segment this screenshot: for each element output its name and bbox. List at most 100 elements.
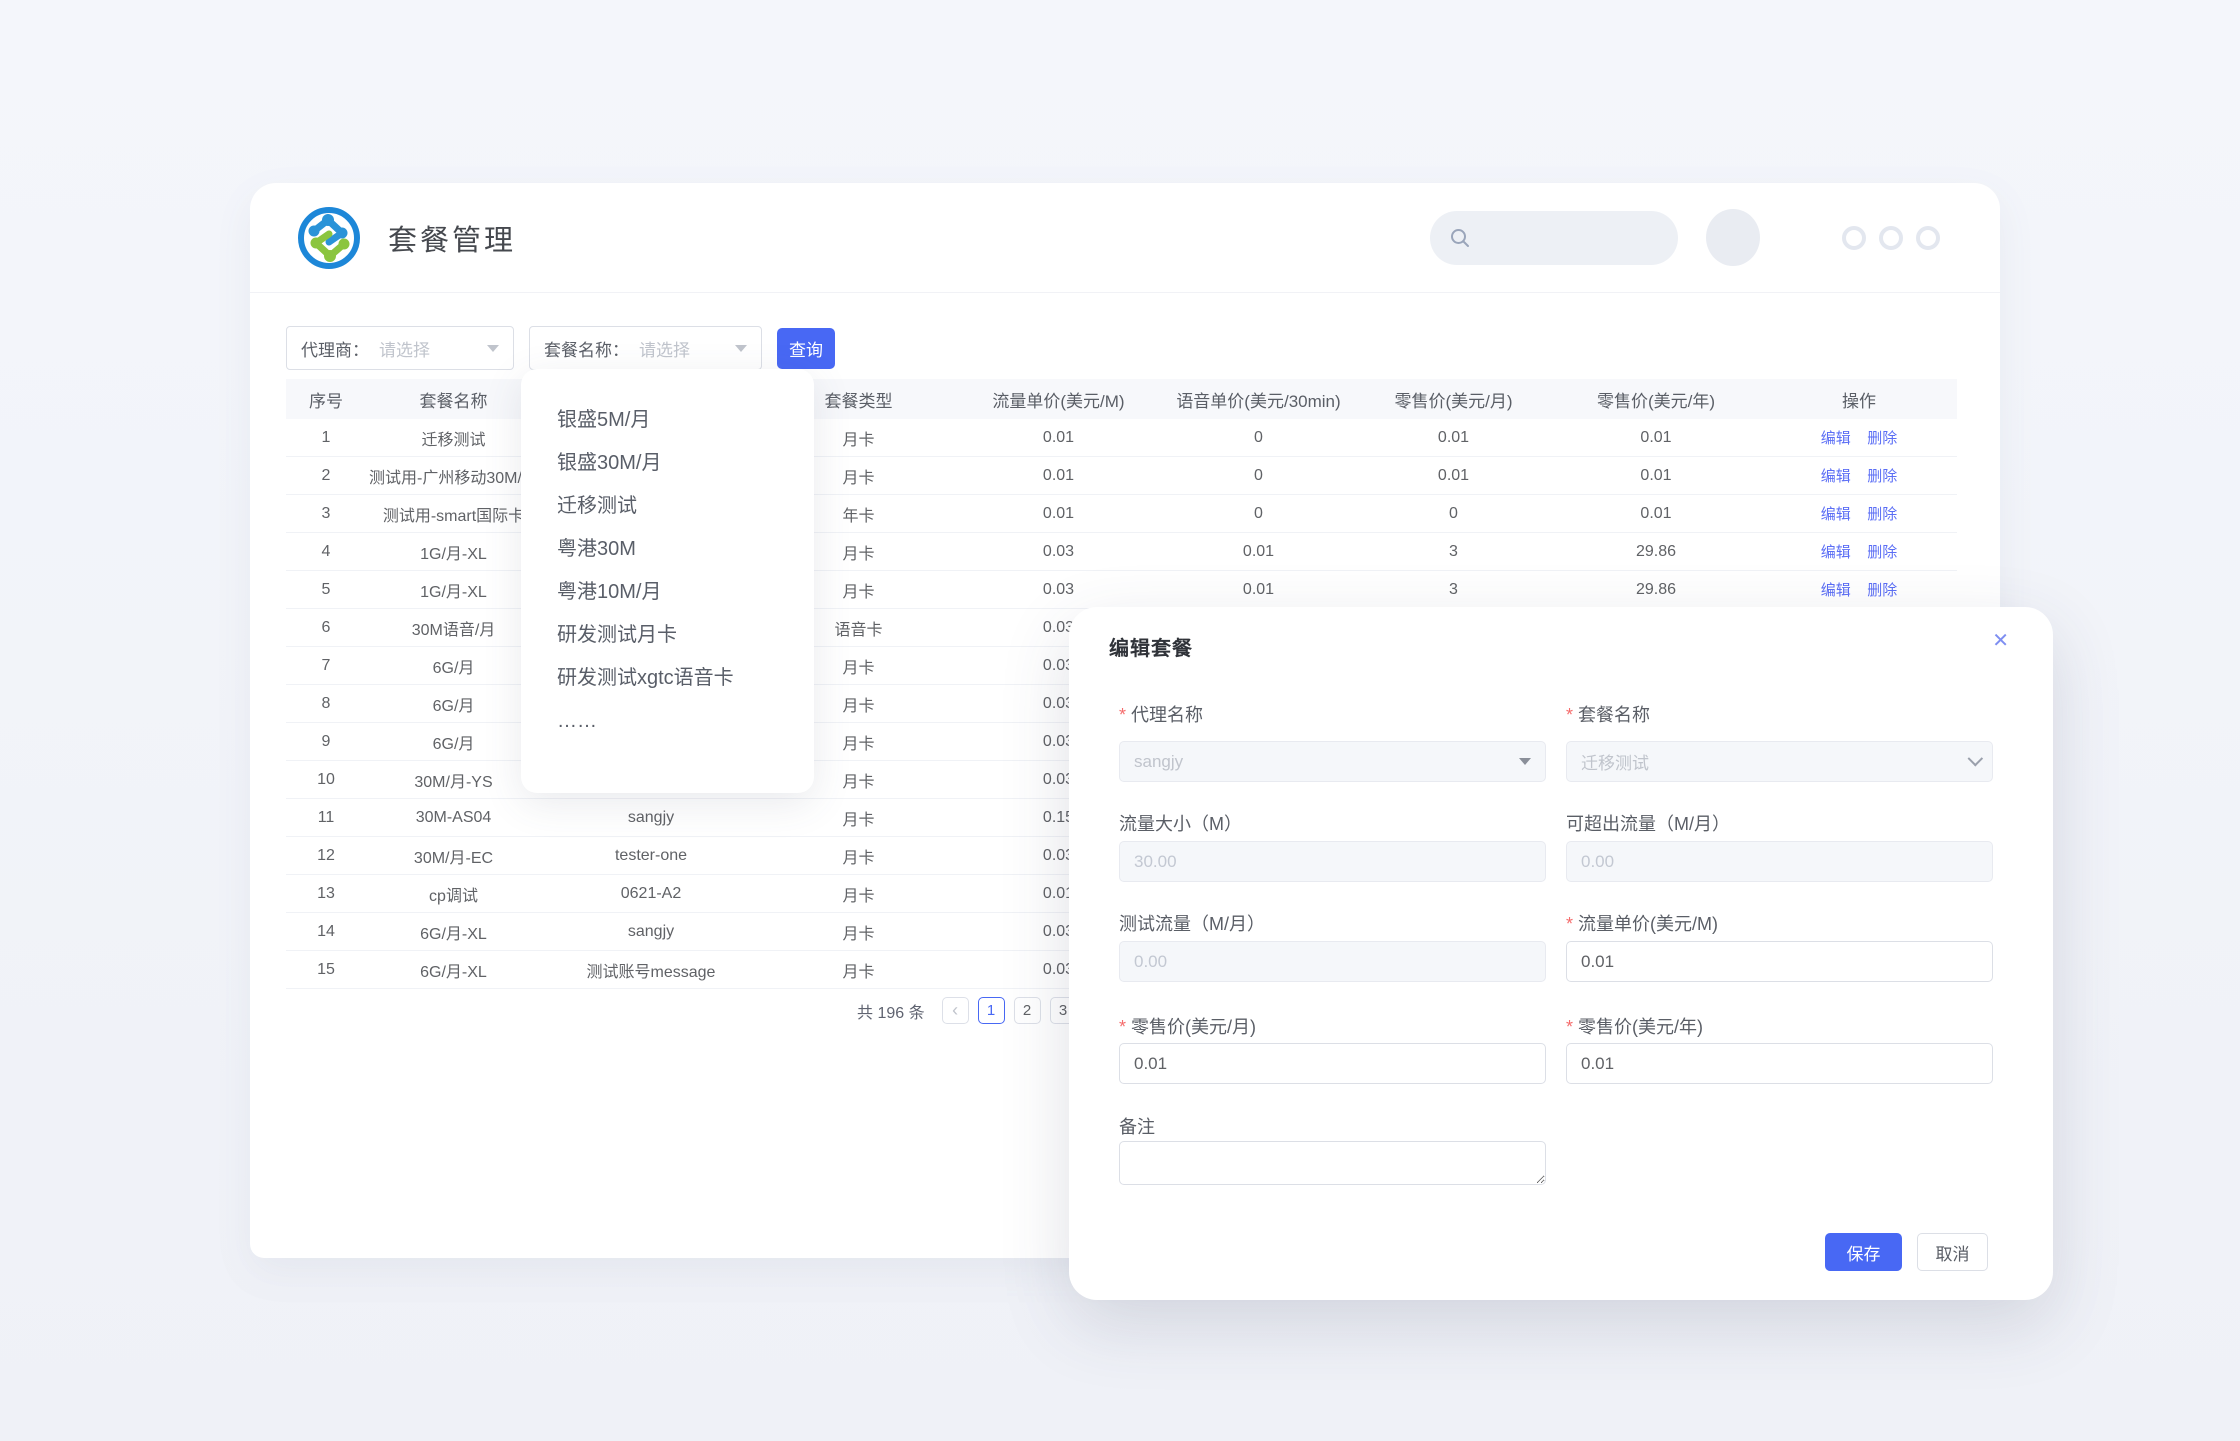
cell-data-price: 0.01: [956, 429, 1161, 447]
edit-link[interactable]: 编辑: [1821, 544, 1851, 561]
cell-voice-price: 0.01: [1161, 543, 1356, 561]
dropdown-option[interactable]: 粤港10M/月: [557, 571, 814, 614]
table-header-cell: 序号: [286, 387, 366, 412]
header-action-icon[interactable]: [1879, 226, 1903, 250]
cell-agent-name: 测试账号message: [541, 958, 761, 982]
delete-link[interactable]: 删除: [1867, 582, 1897, 599]
query-button[interactable]: 查询: [777, 328, 835, 369]
edit-link[interactable]: 编辑: [1821, 430, 1851, 447]
cell-package-name: 30M-AS04: [366, 809, 541, 827]
cell-data-price: 0.03: [956, 543, 1161, 561]
cell-year-price: 0.01: [1551, 505, 1761, 523]
test-flow-label: 测试流量（M/月）: [1119, 910, 1546, 936]
remark-label: 备注: [1119, 1113, 1546, 1139]
overflow-input[interactable]: [1581, 852, 1978, 872]
cell-package-name: 6G/月: [366, 654, 541, 678]
close-icon[interactable]: ✕: [1992, 631, 2009, 651]
delete-link[interactable]: 删除: [1867, 468, 1897, 485]
dropdown-option[interactable]: 迁移测试: [557, 485, 814, 528]
form-label-row: 流量大小（M） 可超出流量（M/月）: [1119, 810, 2023, 836]
remark-textarea[interactable]: [1119, 1141, 1546, 1185]
package-name-value: 迁移测试: [1581, 749, 1967, 774]
form-label-row: 备注: [1119, 1113, 2023, 1139]
prev-page-button[interactable]: ‹: [942, 997, 969, 1024]
page-button[interactable]: 1: [978, 997, 1005, 1024]
dropdown-option[interactable]: 银盛30M/月: [557, 442, 814, 485]
dropdown-option[interactable]: 粤港30M: [557, 528, 814, 571]
cell-index: 5: [286, 581, 366, 599]
cell-voice-price: 0: [1161, 505, 1356, 523]
unit-price-input[interactable]: [1581, 952, 1978, 972]
form-label-row: *代理名称 *套餐名称: [1119, 701, 2023, 727]
overflow-label: 可超出流量（M/月）: [1566, 810, 1993, 836]
retail-year-input[interactable]: [1581, 1054, 1978, 1074]
dropdown-option[interactable]: ……: [557, 700, 814, 743]
agent-name-select[interactable]: sangjy: [1119, 741, 1546, 782]
header-action-icon[interactable]: [1842, 226, 1866, 250]
cell-index: 9: [286, 733, 366, 751]
cell-package-type: 月卡: [761, 920, 956, 944]
cell-operations: 编辑 删除: [1761, 541, 1957, 562]
data-size-label: 流量大小（M）: [1119, 810, 1546, 836]
cancel-button[interactable]: 取消: [1917, 1233, 1988, 1271]
cell-package-name: 1G/月-XL: [366, 540, 541, 564]
search-input[interactable]: [1482, 228, 1652, 248]
cell-package-name: 30M语音/月: [366, 616, 541, 640]
dropdown-option[interactable]: 研发测试月卡: [557, 614, 814, 657]
form-field-row: sangjy 迁移测试: [1119, 741, 2023, 782]
package-name-dropdown: 银盛5M/月银盛30M/月迁移测试粤港30M粤港10M/月研发测试月卡研发测试x…: [521, 369, 814, 793]
edit-package-modal: 编辑套餐 ✕ *代理名称 *套餐名称 sangjy 迁移测试 流量大小（M） 可…: [1069, 607, 2053, 1300]
data-size-input[interactable]: [1134, 852, 1531, 872]
cell-data-price: 0.01: [956, 505, 1161, 523]
dropdown-option[interactable]: 银盛5M/月: [557, 399, 814, 442]
agent-name-label: *代理名称: [1119, 701, 1546, 727]
header-search[interactable]: [1430, 211, 1678, 265]
cell-agent-name: sangjy: [541, 809, 761, 827]
page-button[interactable]: 2: [1014, 997, 1041, 1024]
delete-link[interactable]: 删除: [1867, 430, 1897, 447]
retail-month-label: *零售价(美元/月): [1119, 1013, 1546, 1039]
cell-operations: 编辑 删除: [1761, 579, 1957, 600]
cell-month-price: 0.01: [1356, 429, 1551, 447]
cell-month-price: 3: [1356, 543, 1551, 561]
app-logo-icon: [296, 205, 362, 271]
package-name-select[interactable]: 迁移测试: [1566, 741, 1993, 782]
cell-package-name: 30M/月-YS: [366, 768, 541, 792]
save-button[interactable]: 保存: [1825, 1233, 1902, 1271]
test-flow-input[interactable]: [1134, 952, 1531, 972]
package-select[interactable]: 套餐名称： 请选择: [529, 326, 762, 370]
cell-index: 3: [286, 505, 366, 523]
cell-month-price: 0: [1356, 505, 1551, 523]
edit-link[interactable]: 编辑: [1821, 468, 1851, 485]
table-header-cell: 零售价(美元/年): [1551, 387, 1761, 412]
total-count: 共 196 条: [857, 999, 925, 1023]
cell-package-type: 月卡: [761, 844, 956, 868]
cell-package-name: 6G/月-XL: [366, 958, 541, 982]
form-label-row: 测试流量（M/月） *流量单价(美元/M): [1119, 910, 2023, 936]
cell-month-price: 0.01: [1356, 467, 1551, 485]
cell-package-name: 测试用-广州移动30M/月: [366, 464, 541, 488]
retail-month-input[interactable]: [1134, 1054, 1531, 1074]
delete-link[interactable]: 删除: [1867, 506, 1897, 523]
cell-voice-price: 0: [1161, 429, 1356, 447]
cell-package-type: 月卡: [761, 806, 956, 830]
cell-index: 12: [286, 847, 366, 865]
package-name-label: *套餐名称: [1566, 701, 1993, 727]
cell-data-price: 0.01: [956, 467, 1161, 485]
cell-year-price: 29.86: [1551, 581, 1761, 599]
cell-package-name: 6G/月: [366, 692, 541, 716]
retail-month-field: [1119, 1043, 1546, 1084]
cell-agent-name: tester-one: [541, 847, 761, 865]
cell-package-type: 月卡: [761, 958, 956, 982]
avatar[interactable]: [1706, 209, 1760, 266]
cell-operations: 编辑 删除: [1761, 503, 1957, 524]
delete-link[interactable]: 删除: [1867, 544, 1897, 561]
retail-year-field: [1566, 1043, 1993, 1084]
agent-select[interactable]: 代理商： 请选择: [286, 326, 514, 370]
edit-link[interactable]: 编辑: [1821, 582, 1851, 599]
cell-index: 11: [286, 809, 366, 827]
edit-link[interactable]: 编辑: [1821, 506, 1851, 523]
cell-data-price: 0.03: [956, 581, 1161, 599]
dropdown-option[interactable]: 研发测试xgtc语音卡: [557, 657, 814, 700]
header-action-icon[interactable]: [1916, 226, 1940, 250]
